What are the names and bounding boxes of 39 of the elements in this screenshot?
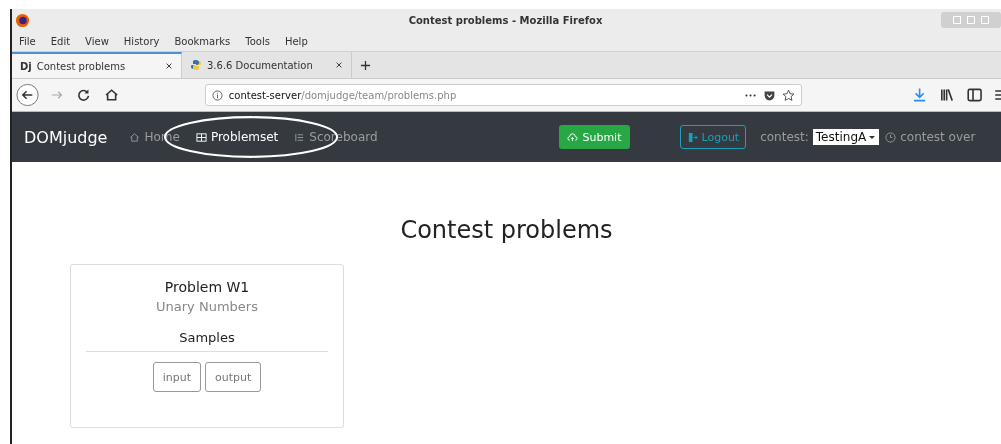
logout-icon [686, 131, 698, 143]
close-icon[interactable] [335, 61, 343, 69]
close-icon[interactable] [165, 62, 173, 70]
python-icon [190, 59, 202, 71]
back-icon[interactable] [16, 83, 40, 107]
address-bar[interactable]: contest-server/domjudge/team/problems.php [204, 84, 802, 106]
pocket-icon[interactable] [763, 88, 776, 102]
sample-button[interactable]: input [152, 362, 201, 392]
menu-item[interactable]: Help [284, 35, 308, 47]
browser-tab[interactable]: Dj Contest problems [12, 52, 182, 78]
menu-item[interactable]: File [19, 35, 36, 47]
window-title: Contest problems - Mozilla Firefox [407, 14, 604, 26]
menu-item[interactable]: Tools [245, 35, 270, 47]
menu-item[interactable]: Bookmarks [174, 35, 231, 47]
menu-item[interactable]: History [123, 35, 160, 47]
clock-icon [885, 131, 897, 143]
home-icon [129, 131, 141, 143]
caret-icon [868, 133, 877, 141]
nav-link[interactable]: Problemset [195, 130, 279, 144]
brand-logo[interactable]: DOMjudge [24, 127, 108, 147]
sample-button[interactable]: output [205, 362, 262, 392]
favicon-icon: Dj [20, 60, 32, 72]
contest-label: contest: [760, 130, 809, 144]
problem-name: Problem W1 [164, 279, 250, 295]
new-tab-icon[interactable] [360, 59, 371, 71]
grid-icon [195, 131, 207, 143]
cloud-upload-icon [567, 131, 579, 143]
star-icon[interactable] [782, 88, 795, 102]
contest-select[interactable]: TestingA [812, 129, 880, 145]
list-icon [294, 131, 306, 143]
info-icon[interactable] [211, 89, 223, 101]
problem-title: Unary Numbers [156, 299, 258, 314]
firefox-logo-icon [15, 12, 30, 28]
samples-heading: Samples [86, 330, 328, 352]
contest-status: contest over [885, 130, 976, 144]
logout-button[interactable]: Logout [679, 125, 747, 149]
menu-item[interactable]: View [85, 35, 109, 47]
page-heading: Contest problems [399, 216, 614, 244]
menu-item[interactable]: Edit [50, 35, 71, 47]
